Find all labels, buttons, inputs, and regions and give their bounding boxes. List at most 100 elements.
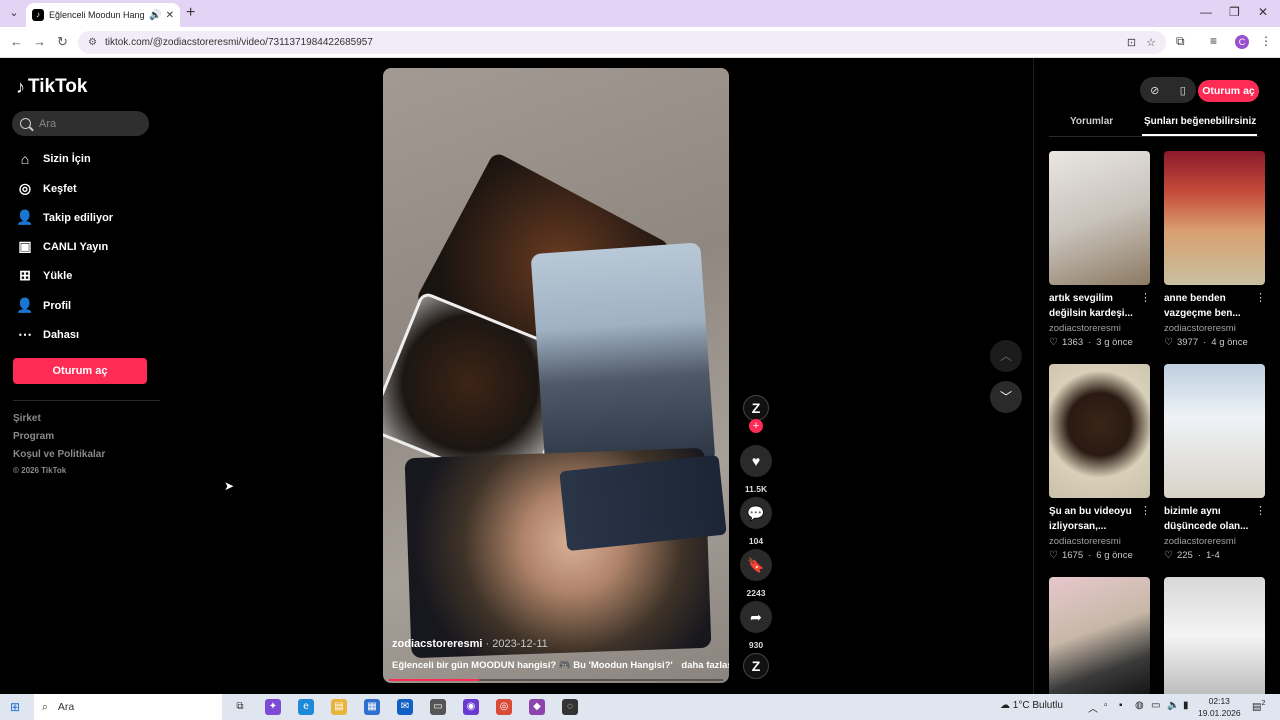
search-input[interactable]: Ara	[12, 111, 149, 136]
windows-start-icon[interactable]: ⊞	[10, 700, 20, 714]
tray-app-icon[interactable]: ▪	[1119, 700, 1123, 711]
share-action[interactable]: ➦ 930	[740, 601, 772, 650]
tab-search-icon[interactable]: ⌄	[4, 4, 24, 22]
video-frame-card	[530, 242, 716, 474]
video-progress-bar[interactable]	[389, 679, 723, 681]
video-player[interactable]: zodiacstoreresmi · 2023-12-11 Eğlenceli …	[383, 68, 729, 683]
app-icon[interactable]: ◆	[529, 699, 545, 715]
network-icon[interactable]: ▭	[1151, 700, 1160, 711]
tiktok-logo[interactable]: ♪ TikTok	[16, 76, 87, 98]
device-icon[interactable]: ▯	[1180, 84, 1186, 97]
recommendation-thumbnail[interactable]	[1049, 364, 1150, 498]
previous-video-button[interactable]: ︿	[990, 340, 1022, 372]
header-login-button[interactable]: Oturum aç	[1198, 80, 1259, 102]
forward-icon[interactable]: →	[33, 34, 46, 49]
creator-avatar[interactable]: Z	[743, 395, 769, 421]
copilot-icon[interactable]: ✦	[265, 699, 281, 715]
search-icon: ⌕	[42, 700, 48, 713]
nav-item-for-you[interactable]: ⌂ Sizin İçin	[16, 151, 91, 167]
footer-link-terms[interactable]: Koşul ve Politikalar	[13, 449, 105, 460]
follow-plus-icon[interactable]: +	[749, 419, 763, 433]
browser-menu-icon[interactable]: ⋮	[1260, 34, 1272, 48]
video-author[interactable]: zodiacstoreresmi · 2023-12-11	[392, 638, 548, 650]
profile-avatar[interactable]: C	[1235, 35, 1249, 49]
tray-app-icon[interactable]: ▫	[1104, 700, 1108, 711]
nav-item-profile[interactable]: 👤 Profil	[16, 297, 71, 314]
login-button[interactable]: Oturum aç	[13, 358, 147, 384]
nav-item-following[interactable]: 👤 Takip ediliyor	[16, 209, 113, 226]
back-icon[interactable]: ←	[10, 34, 23, 49]
recommendation-user[interactable]: zodiacstoreresmi	[1049, 323, 1121, 334]
recommendation-user[interactable]: zodiacstoreresmi	[1164, 323, 1236, 334]
video-username[interactable]: zodiacstoreresmi	[392, 638, 482, 650]
battery-icon[interactable]: ▮	[1183, 700, 1189, 711]
recommendation-title[interactable]: artık sevgilim değilsin kardeşi...	[1049, 291, 1139, 321]
taskbar-search-input[interactable]: ⌕ Ara	[34, 694, 222, 720]
tray-app-icon[interactable]: ◍	[1135, 700, 1144, 711]
more-options-icon[interactable]: ⋮	[1255, 291, 1266, 304]
nav-item-explore[interactable]: ◎ Keşfet	[16, 180, 77, 197]
more-link[interactable]: daha fazlası	[681, 660, 729, 671]
chrome-icon[interactable]: ◎	[496, 699, 512, 715]
next-video-button[interactable]: ﹀	[990, 381, 1022, 413]
like-action[interactable]: ♥ 11.5K	[740, 445, 772, 494]
recommendation-title[interactable]: anne benden vazgeçme ben...	[1164, 291, 1254, 321]
recommendation-thumbnail[interactable]	[1049, 577, 1150, 694]
recommendation-thumbnail[interactable]	[1164, 577, 1265, 694]
outlook-icon[interactable]: ✉	[397, 699, 413, 715]
recommendation-thumbnail[interactable]	[1164, 151, 1265, 285]
file-explorer-icon[interactable]: ▤	[331, 699, 347, 715]
audio-icon[interactable]: 🔊	[149, 10, 161, 21]
nav-item-upload[interactable]: ⊞ Yükle	[16, 267, 72, 284]
bookmark-icon[interactable]: 🔖	[740, 549, 772, 581]
tab-comments[interactable]: Yorumlar	[1070, 116, 1113, 127]
browser-tab[interactable]: ♪ Eğlenceli Moodun Hangisi 🔊 ✕	[26, 3, 180, 27]
volume-icon[interactable]: 🔈	[1167, 700, 1179, 711]
comment-icon[interactable]: 💬	[740, 497, 772, 529]
reload-icon[interactable]: ↻	[57, 34, 68, 50]
steam-icon[interactable]: ◌	[562, 699, 578, 715]
install-app-icon[interactable]: ⊡	[1127, 36, 1136, 49]
recommendation-title[interactable]: bizimle aynı düşüncede olan...	[1164, 504, 1254, 534]
edge-icon[interactable]: e	[298, 699, 314, 715]
store-icon[interactable]: ▦	[364, 699, 380, 715]
discord-icon[interactable]: ◉	[463, 699, 479, 715]
more-options-icon[interactable]: ⋮	[1140, 291, 1151, 304]
heart-icon[interactable]: ♥	[740, 445, 772, 477]
notification-icon[interactable]: ▤2	[1252, 700, 1265, 712]
tab-you-may-like[interactable]: Şunları beğenebilirsiniz	[1144, 116, 1256, 127]
explore-compass-icon[interactable]: ⊘	[1150, 84, 1159, 97]
recommendation-thumbnail[interactable]	[1049, 151, 1150, 285]
comment-action[interactable]: 💬 104	[740, 497, 772, 546]
minimize-icon[interactable]: —	[1200, 5, 1212, 19]
url-field[interactable]: ⚙ tiktok.com/@zodiacstoreresmi/video/731…	[78, 31, 1166, 54]
clock[interactable]: 02:13 19.01.2026	[1198, 695, 1241, 719]
recommendation-user[interactable]: zodiacstoreresmi	[1049, 536, 1121, 547]
recommendation-user[interactable]: zodiacstoreresmi	[1164, 536, 1236, 547]
nav-item-live[interactable]: ▣ CANLI Yayın	[16, 238, 108, 255]
site-info-icon[interactable]: ⚙	[88, 37, 97, 48]
more-options-icon[interactable]: ⋮	[1255, 504, 1266, 517]
weather-widget[interactable]: ☁ 1°C Bulutlu	[1000, 700, 1063, 711]
more-options-icon[interactable]: ⋮	[1140, 504, 1151, 517]
close-tab-icon[interactable]: ✕	[166, 10, 174, 21]
new-tab-icon[interactable]: +	[186, 4, 195, 22]
bookmark-star-icon[interactable]: ☆	[1146, 36, 1156, 49]
nav-item-more[interactable]: ⋯ Dahası	[16, 326, 79, 343]
media-control-icon[interactable]: ≡	[1210, 34, 1217, 48]
nav-label: Keşfet	[43, 182, 77, 195]
extensions-icon[interactable]: ⧉	[1176, 34, 1185, 49]
save-action[interactable]: 🔖 2243	[740, 549, 772, 598]
task-view-icon[interactable]: ⧉	[232, 699, 248, 715]
close-window-icon[interactable]: ✕	[1258, 5, 1268, 19]
tray-chevron-icon[interactable]: ︿	[1088, 700, 1098, 715]
restore-icon[interactable]: ❐	[1229, 5, 1240, 19]
footer-link-company[interactable]: Şirket	[13, 413, 41, 424]
taskbar-search-placeholder: Ara	[57, 701, 75, 713]
photos-icon[interactable]: ▭	[430, 699, 446, 715]
recommendation-thumbnail[interactable]	[1164, 364, 1265, 498]
share-icon[interactable]: ➦	[740, 601, 772, 633]
recommendation-title[interactable]: Şu an bu videoyu izliyorsan,...	[1049, 504, 1139, 534]
footer-link-program[interactable]: Program	[13, 431, 54, 442]
music-disc-icon[interactable]: Z	[743, 653, 769, 679]
